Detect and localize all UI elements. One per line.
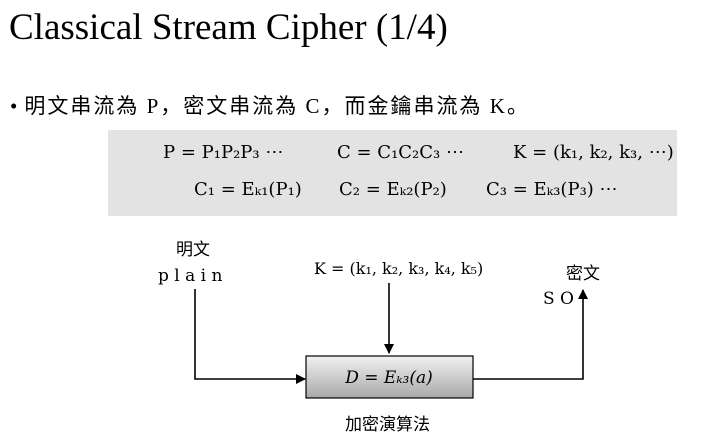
- plaintext-value: p l a i n: [158, 266, 223, 286]
- plaintext-arrow: [194, 289, 306, 384]
- stream-cipher-diagram: 明文 p l a i n K = (k₁, k₂, k₃, k₄, k₅) 密文…: [158, 240, 600, 399]
- encryption-box-label: D = Eₖ₃(a): [344, 368, 433, 388]
- plaintext-label: 明文: [176, 240, 210, 260]
- encryption-algorithm-label: 加密演算法: [345, 415, 430, 435]
- key-label: K = (k₁, k₂, k₃, k₄, k₅): [314, 259, 483, 278]
- ciphertext-value: S O: [543, 289, 574, 309]
- ciphertext-label: 密文: [566, 264, 600, 284]
